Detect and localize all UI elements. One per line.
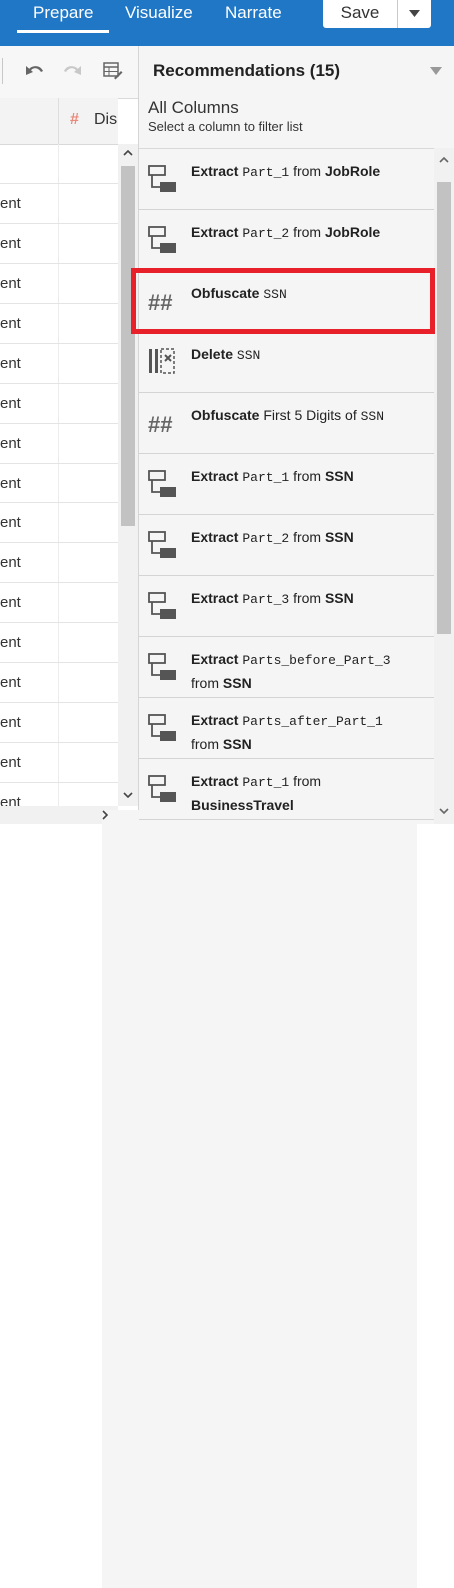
table-cell: ent xyxy=(0,434,21,452)
edit-table-icon[interactable] xyxy=(103,62,123,80)
column-divider xyxy=(58,98,59,144)
section-title: All Columns xyxy=(148,98,239,117)
recommendation-item[interactable]: Extract Part_1 from BusinessTravel xyxy=(139,759,434,820)
table-row[interactable]: ent xyxy=(0,423,118,464)
tab-prepare[interactable]: Prepare xyxy=(16,3,111,33)
table-row[interactable]: ent xyxy=(0,343,118,384)
table-cell: ent xyxy=(0,594,21,612)
recommendation-item[interactable]: Extract Part_3 from SSN xyxy=(139,576,434,637)
table-cell: ent xyxy=(0,634,21,652)
extract-icon xyxy=(148,653,176,680)
extract-icon xyxy=(148,714,176,741)
extract-icon xyxy=(148,775,176,802)
recommendation-list: Extract Part_1 from JobRole Extract Part… xyxy=(139,148,434,825)
obfuscate-icon: ## xyxy=(148,412,172,437)
table-cell: ent xyxy=(0,474,21,492)
extract-icon xyxy=(148,165,176,192)
recommendation-text: Obfuscate First 5 Digits of SSN xyxy=(191,407,385,424)
save-button[interactable]: Save xyxy=(323,0,397,28)
highlight-box xyxy=(131,268,435,334)
table-cell: ent xyxy=(0,394,21,412)
table-row[interactable]: ent xyxy=(0,743,118,783)
recommendation-item[interactable]: Extract Part_1 from JobRole xyxy=(139,149,434,210)
table-cell: ent xyxy=(0,314,21,332)
grid-vertical-scrollbar[interactable] xyxy=(118,144,138,806)
svg-text:##: ## xyxy=(148,412,172,437)
recommendation-item[interactable]: Extract Part_2 from SSN xyxy=(139,515,434,576)
delete-column-icon xyxy=(149,348,175,374)
table-row[interactable]: ent xyxy=(0,383,118,424)
scrollbar-thumb[interactable] xyxy=(437,182,451,634)
tab-visualize[interactable]: Visualize xyxy=(125,3,193,23)
table-row[interactable]: ent xyxy=(0,623,118,664)
recommendation-text: Extract Part_2 from SSN xyxy=(191,529,354,546)
recommendation-item[interactable]: Extract Part_1 from SSN xyxy=(139,454,434,515)
hash-icon: # xyxy=(70,111,79,128)
recommendation-text: Extract Part_1 from BusinessTravel xyxy=(191,773,322,813)
data-grid-pane: # Dis ent ent ent ent ent ent ent ent en… xyxy=(0,46,417,1588)
column-header[interactable]: # Dis xyxy=(0,98,118,145)
scrollbar-thumb[interactable] xyxy=(121,166,135,526)
extract-icon xyxy=(148,226,176,253)
chevron-down-icon[interactable] xyxy=(439,808,449,815)
toolbar-divider xyxy=(2,58,3,84)
table-cell: ent xyxy=(0,674,21,692)
top-bar: Prepare Visualize Narrate Save xyxy=(0,0,454,46)
recommendation-text: Extract Part_2 from JobRole xyxy=(191,224,381,241)
table-row[interactable]: ent xyxy=(0,543,118,584)
table-row[interactable]: ent xyxy=(0,223,118,264)
extract-icon xyxy=(148,470,176,497)
grid-toolbar xyxy=(0,46,138,99)
column-title: Dis xyxy=(94,111,118,128)
chevron-right-icon[interactable] xyxy=(102,810,417,1588)
table-cell: ent xyxy=(0,514,21,532)
table-row[interactable]: ent xyxy=(0,703,118,744)
recommendation-text: Delete SSN xyxy=(191,346,261,363)
recommendation-text: Extract Part_3 from SSN xyxy=(191,590,354,607)
table-cell: ent xyxy=(0,554,21,572)
recommendation-item[interactable]: Extract Parts_before_Part_3 from SSN xyxy=(139,637,434,698)
section-subtitle: Select a column to filter list xyxy=(148,119,303,134)
extract-icon xyxy=(148,531,176,558)
recommendation-text: Extract Parts_after_Part_1 from SSN xyxy=(191,712,383,752)
redo-icon[interactable] xyxy=(61,62,83,80)
recommendations-scrollbar[interactable] xyxy=(434,148,454,824)
recommendation-text: Extract Parts_before_Part_3 from SSN xyxy=(191,651,391,691)
table-row[interactable]: ent xyxy=(0,183,118,224)
chevron-up-icon[interactable] xyxy=(123,149,133,156)
undo-icon[interactable] xyxy=(24,62,46,80)
table-cell: ent xyxy=(0,194,21,212)
chevron-down-icon[interactable] xyxy=(123,792,133,799)
grid-horizontal-scrollbar[interactable] xyxy=(0,806,417,1588)
collapse-panel-icon[interactable] xyxy=(430,67,442,75)
recommendations-panel: Recommendations (15) All Columns Select … xyxy=(139,46,454,824)
chevron-up-icon[interactable] xyxy=(439,156,449,163)
recommendation-item[interactable]: Delete SSN xyxy=(139,332,434,393)
grid-rows: ent ent ent ent ent ent ent ent ent ent … xyxy=(0,144,118,823)
table-cell: ent xyxy=(0,354,21,372)
table-row[interactable]: ent xyxy=(0,463,118,504)
table-cell: ent xyxy=(0,754,21,772)
recommendation-text: Extract Part_1 from JobRole xyxy=(191,163,381,180)
table-cell: ent xyxy=(0,274,21,292)
chevron-down-icon xyxy=(409,10,420,17)
recommendation-item[interactable]: Extract Part_2 from JobRole xyxy=(139,210,434,271)
table-row[interactable]: ent xyxy=(0,663,118,704)
table-row[interactable]: ent xyxy=(0,303,118,344)
save-options-button[interactable] xyxy=(397,0,431,28)
table-cell: ent xyxy=(0,234,21,252)
recommendation-text: Extract Part_1 from SSN xyxy=(191,468,354,485)
table-row[interactable]: ent xyxy=(0,583,118,624)
table-row[interactable] xyxy=(0,144,118,184)
extract-icon xyxy=(148,592,176,619)
table-cell: ent xyxy=(0,714,21,732)
table-row[interactable]: ent xyxy=(0,503,118,544)
tab-narrate[interactable]: Narrate xyxy=(225,3,282,23)
recommendation-item[interactable]: ## Obfuscate First 5 Digits of SSN xyxy=(139,393,434,454)
recommendation-item[interactable]: Extract Parts_after_Part_1 from SSN xyxy=(139,698,434,759)
panel-title: Recommendations (15) xyxy=(153,61,341,80)
table-row[interactable]: ent xyxy=(0,263,118,304)
